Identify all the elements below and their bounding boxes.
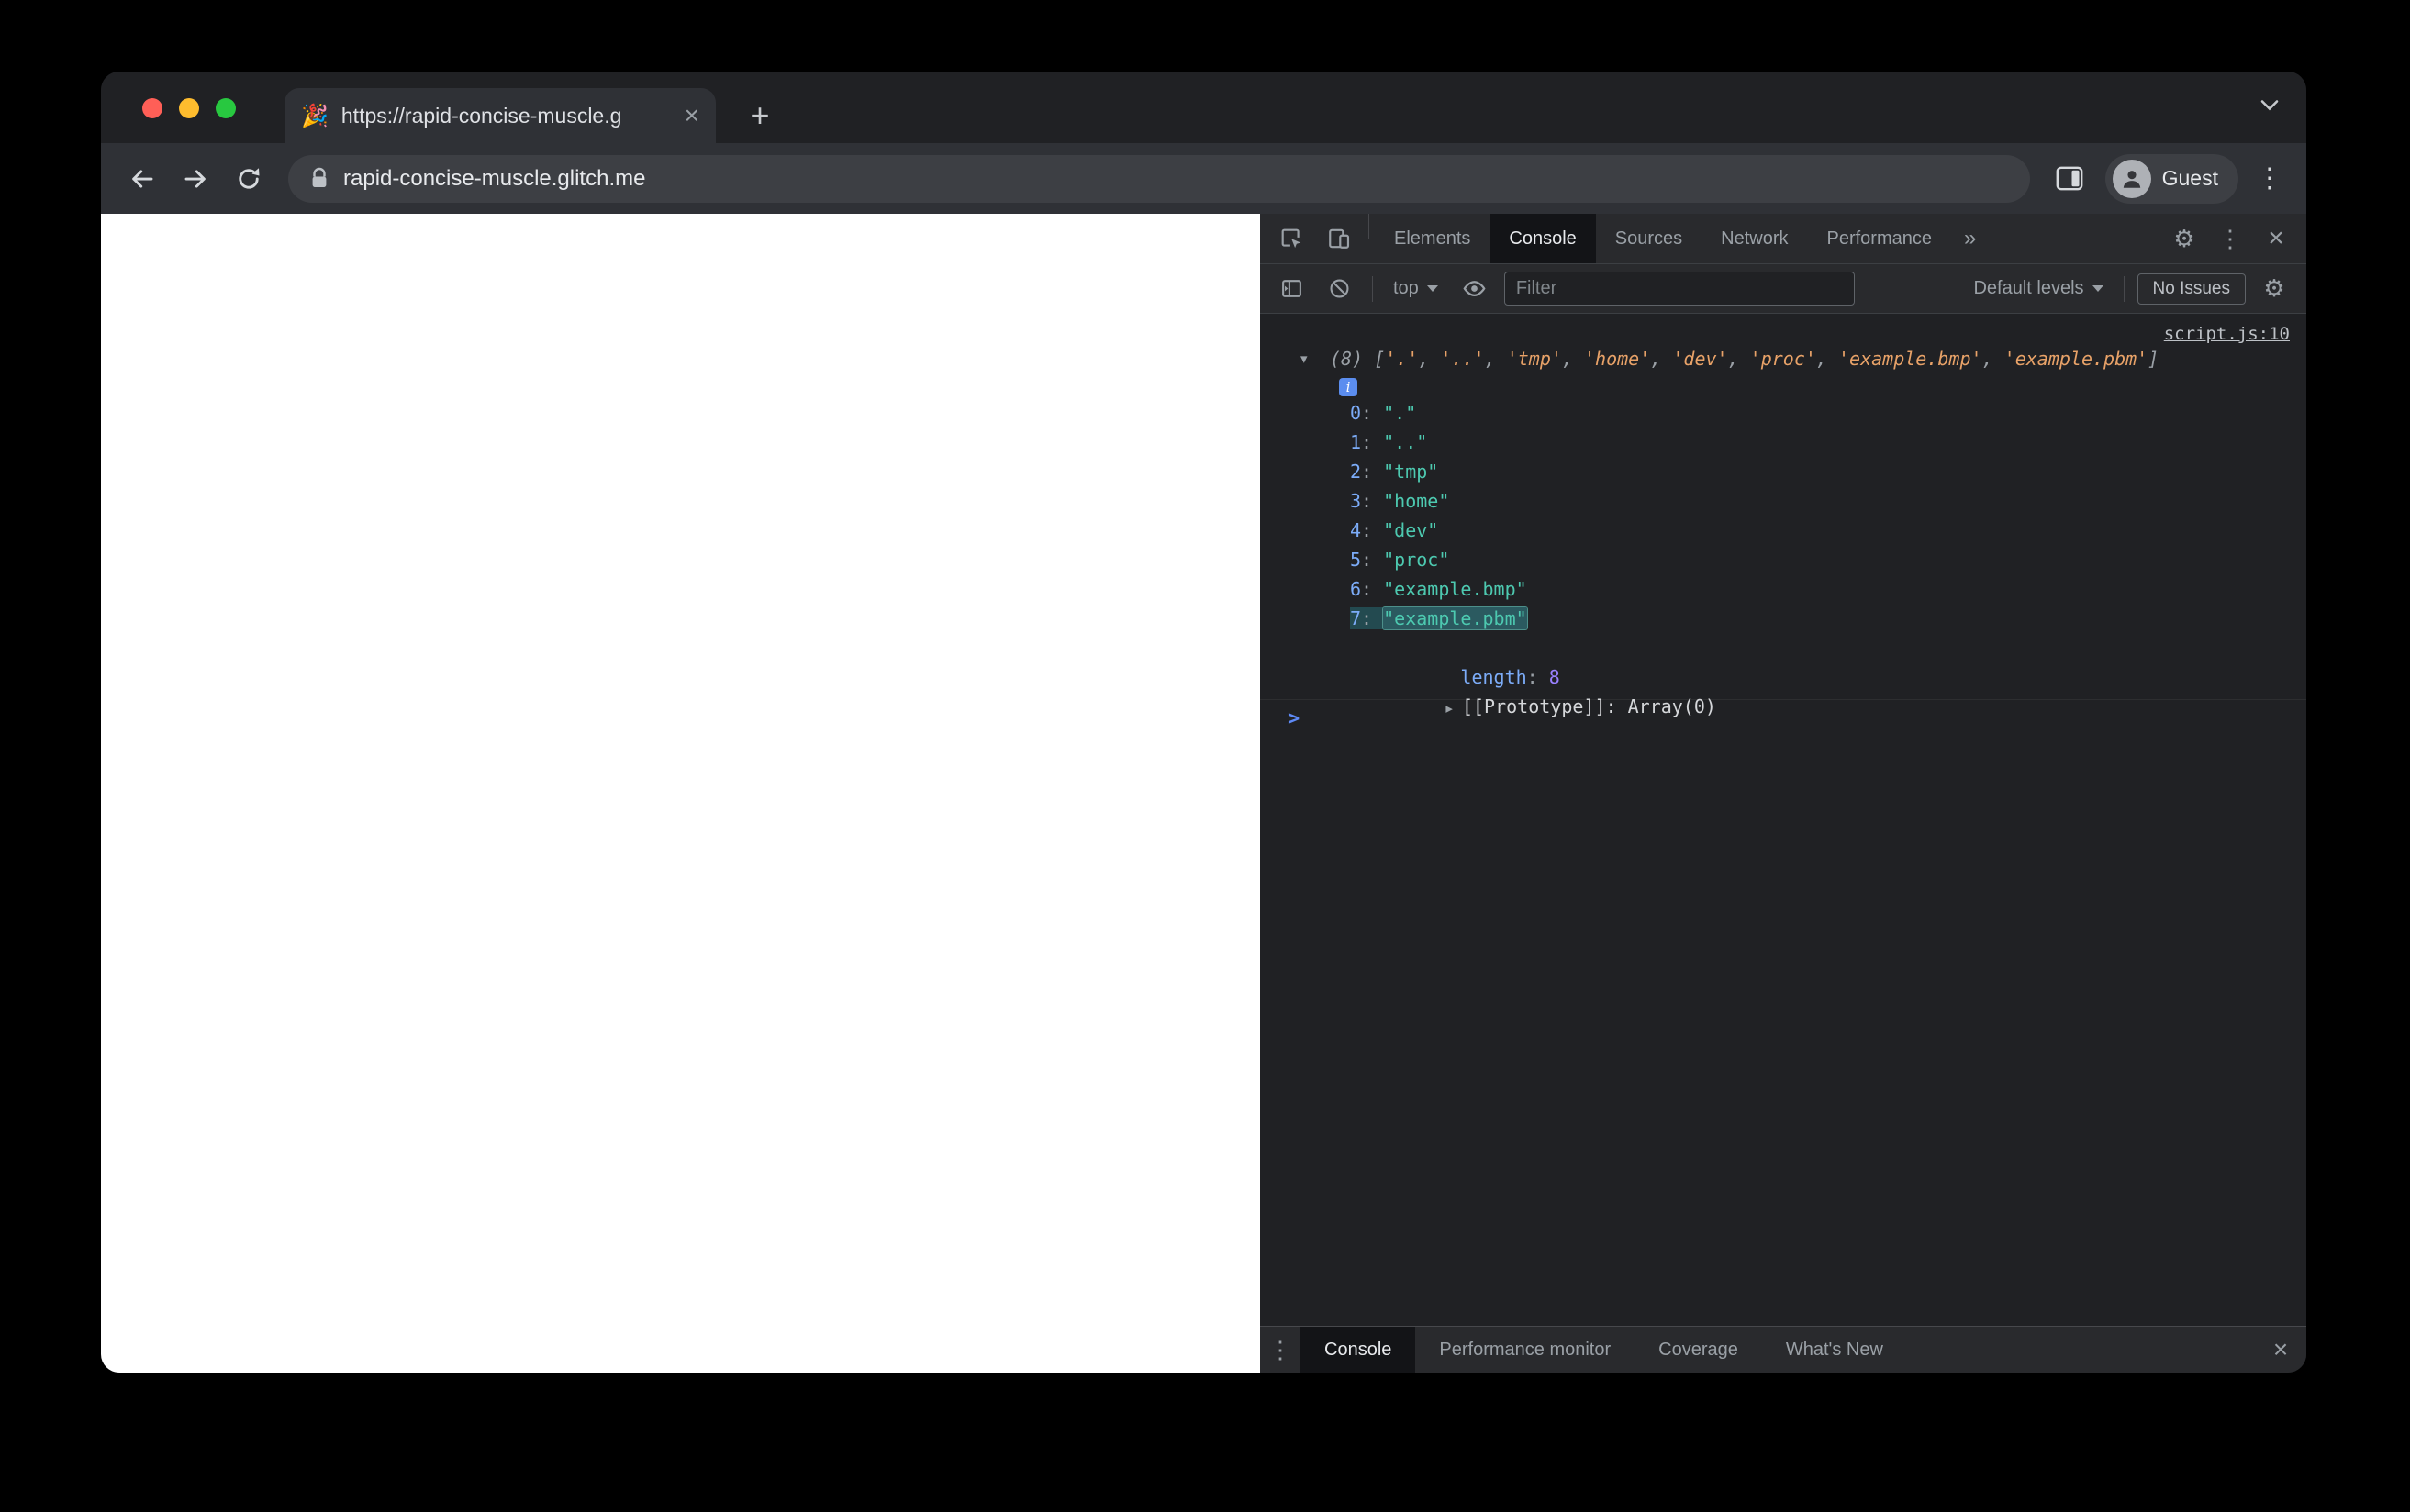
console-sidebar-toggle-icon[interactable] (1271, 277, 1311, 300)
array-entry-7: 7: "example.pbm" (1350, 607, 1527, 629)
devtools-drawer: ⋮ Console Performance monitor Coverage What… (1260, 1326, 2306, 1373)
log-levels-label: Default levels (1973, 278, 2084, 298)
console-source-link[interactable]: script.js:10 (2164, 324, 2290, 344)
lock-icon (310, 167, 329, 190)
back-icon[interactable] (117, 154, 167, 204)
array-entry-0: 0: "." (1350, 402, 1417, 424)
close-window-button[interactable] (142, 98, 162, 118)
bracket-close: ] (2148, 348, 2159, 370)
devtools-tab-console[interactable]: Console (1490, 214, 1596, 263)
filter-input[interactable] (1503, 272, 1855, 306)
devtools-tab-performance[interactable]: Performance (1808, 214, 1952, 263)
preview-item: 'example.bmp' (1838, 348, 1982, 370)
new-tab-button[interactable]: + (740, 95, 780, 136)
browser-tab[interactable]: 🎉 https://rapid-concise-muscle.g × (285, 88, 716, 143)
devtools-tab-elements[interactable]: Elements (1375, 214, 1490, 263)
profile-label: Guest (2161, 166, 2218, 190)
devtools-tab-network[interactable]: Network (1702, 214, 1807, 263)
drawer-tab-coverage[interactable]: Coverage (1635, 1327, 1762, 1373)
tab-search-chevron-icon[interactable] (2260, 99, 2279, 111)
devtools-panel-tabs: Elements Console Sources Network Performance (1375, 214, 1951, 263)
zoom-window-button[interactable] (216, 98, 236, 118)
divider (1372, 275, 1373, 302)
party-popper-favicon-icon: 🎉 (301, 103, 329, 128)
divider (1368, 214, 1369, 239)
device-toolbar-icon[interactable] (1315, 214, 1363, 263)
devtools-settings-gear-icon[interactable]: ⚙ (2163, 214, 2205, 263)
length-value: 8 (1548, 666, 1560, 688)
prompt-chevron-icon: > (1288, 707, 1300, 730)
tab-title: https://rapid-concise-muscle.g (340, 103, 622, 128)
minimize-window-button[interactable] (179, 98, 199, 118)
tab-strip: 🎉 https://rapid-concise-muscle.g × + (101, 72, 2306, 143)
array-entry-3: 3: "home" (1350, 490, 1450, 512)
address-bar: rapid-concise-muscle.glitch.me Guest ⋮ (101, 143, 2306, 214)
side-panel-icon[interactable] (2045, 154, 2094, 204)
drawer-close-icon[interactable]: × (2255, 1327, 2306, 1373)
issues-badge[interactable]: No Issues (2137, 272, 2246, 305)
expander-closed-icon[interactable]: ▸ (1445, 700, 1453, 717)
browser-menu-icon[interactable]: ⋮ (2249, 162, 2290, 195)
array-length-row: length: 8 (1460, 666, 1560, 688)
preview-item: 'example.pbm' (2003, 348, 2148, 370)
drawer-tab-performance-monitor[interactable]: Performance monitor (1415, 1327, 1635, 1373)
traffic-lights (142, 98, 236, 118)
array-preview-items: '.', '..', 'tmp', 'home', 'dev', 'proc',… (1385, 348, 2148, 370)
more-tabs-icon[interactable]: » (1951, 214, 1989, 263)
console-settings-gear-icon[interactable]: ⚙ (2253, 269, 2295, 309)
avatar-icon (2112, 159, 2151, 198)
preview-item: 'home' (1584, 348, 1651, 370)
array-entry-2: 2: "tmp" (1350, 461, 1439, 483)
array-entry-1: 1: ".." (1350, 431, 1428, 453)
devtools-tab-sources[interactable]: Sources (1596, 214, 1702, 263)
devtools-panel: Elements Console Sources Network Performance… (1260, 214, 2306, 1373)
chevron-down-icon (1426, 285, 1438, 292)
forward-icon[interactable] (171, 154, 220, 204)
prototype-value: Array(0) (1627, 695, 1716, 717)
browser-window: 🎉 https://rapid-concise-muscle.g × + rap… (101, 72, 2306, 1373)
drawer-tab-what-s-new[interactable]: What's New (1762, 1327, 1907, 1373)
preview-item: '.' (1385, 348, 1419, 370)
array-count: (8) (1330, 348, 1364, 370)
context-selector-label: top (1393, 278, 1419, 298)
console-toolbar: top Default levels No Issues ⚙ (1260, 264, 2306, 314)
tab-close-icon[interactable]: × (685, 103, 699, 128)
array-entry-6: 6: "example.bmp" (1350, 578, 1527, 600)
length-label: length (1460, 666, 1527, 688)
preview-item: 'proc' (1749, 348, 1816, 370)
drawer-menu-icon[interactable]: ⋮ (1260, 1327, 1300, 1373)
reload-icon[interactable] (224, 154, 273, 204)
log-levels-dropdown[interactable]: Default levels (1966, 278, 2110, 299)
expander-open-icon[interactable]: ▾ (1300, 345, 1308, 372)
console-output: script.js:10 ▾ (8) ['.', '..', 'tmp', 'h… (1260, 314, 2306, 1326)
omnibox[interactable]: rapid-concise-muscle.glitch.me (288, 154, 2030, 203)
devtools-tab-bar: Elements Console Sources Network Performance… (1260, 214, 2306, 264)
evaluated-info-row: i (1260, 372, 2306, 398)
profile-button[interactable]: Guest (2104, 153, 2238, 204)
prototype-label: [[Prototype]] (1461, 695, 1606, 717)
divider (2123, 275, 2125, 302)
page-content (101, 214, 1260, 1373)
preview-item: 'dev' (1672, 348, 1728, 370)
context-selector-dropdown[interactable]: top (1386, 278, 1445, 299)
inspect-element-icon[interactable] (1267, 214, 1315, 263)
url-text: rapid-concise-muscle.glitch.me (343, 165, 646, 191)
array-entry-4: 4: "dev" (1350, 519, 1439, 541)
array-entries: 0: "." 1: ".." 2: "tmp" 3: "home" 4: "dev" 5:… (1260, 398, 2306, 633)
array-preview-row[interactable]: ▾ (8) ['.', '..', 'tmp', 'home', 'dev', … (1260, 345, 2306, 372)
bracket-open: [ (1374, 348, 1386, 370)
drawer-tabs: Console Performance monitor Coverage What's… (1300, 1327, 1907, 1373)
live-expression-eye-icon[interactable] (1453, 276, 1497, 301)
drawer-tab-console[interactable]: Console (1300, 1327, 1416, 1373)
devtools-close-icon[interactable]: × (2255, 214, 2297, 263)
array-entry-5: 5: "proc" (1350, 549, 1450, 571)
clear-console-icon[interactable] (1319, 277, 1359, 300)
info-icon[interactable]: i (1339, 377, 1357, 396)
preview-item: 'tmp' (1506, 348, 1562, 370)
devtools-menu-icon[interactable]: ⋮ (2209, 214, 2251, 263)
preview-item: '..' (1440, 348, 1485, 370)
chevron-down-icon (2092, 285, 2103, 292)
